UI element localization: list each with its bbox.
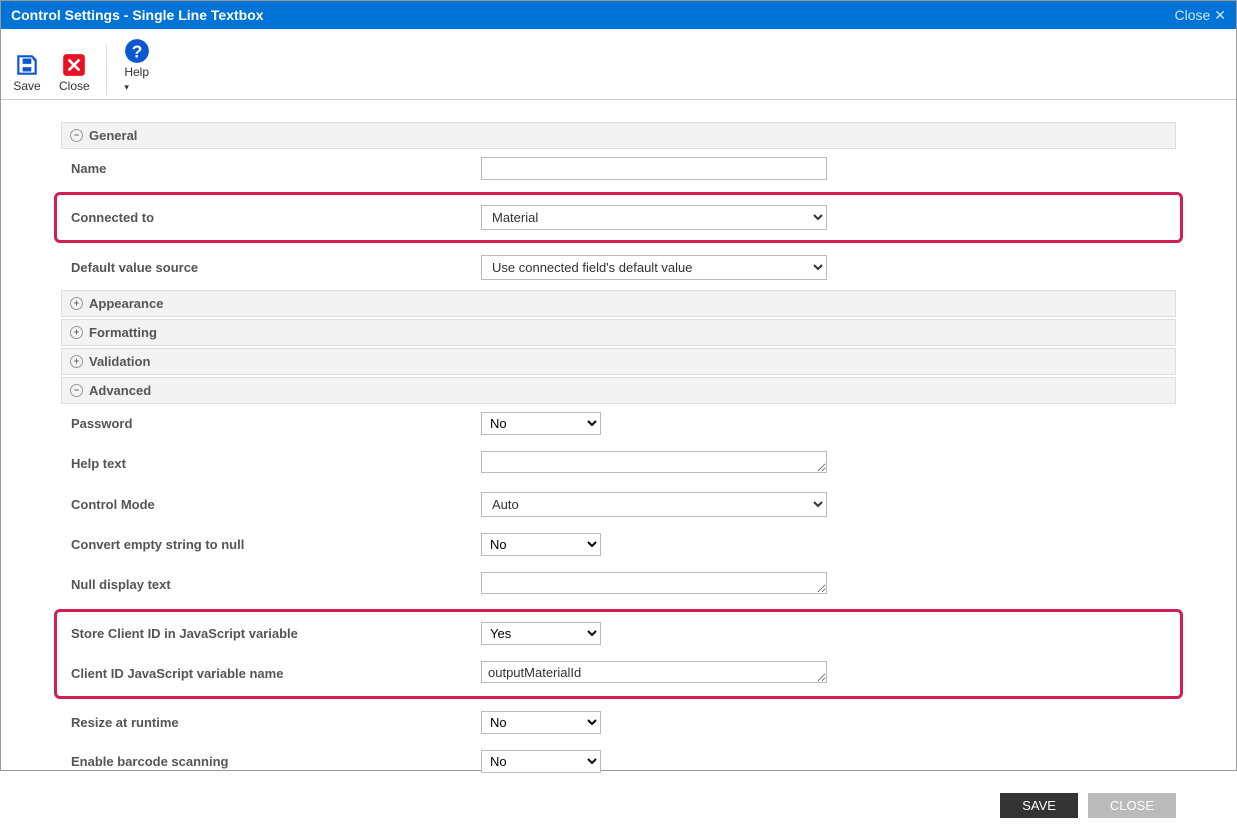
close-icon: ✕ <box>1214 7 1226 24</box>
titlebar: Control Settings - Single Line Textbox C… <box>1 1 1236 29</box>
row-connected: Connected to Material <box>61 197 1176 238</box>
collapse-icon: − <box>70 129 83 142</box>
save-button[interactable]: Save <box>9 49 45 95</box>
name-input[interactable] <box>481 157 827 180</box>
row-default: Default value source Use connected field… <box>61 247 1176 288</box>
mode-label: Control Mode <box>71 497 481 512</box>
barcode-select[interactable]: No <box>481 750 601 773</box>
window-title: Control Settings - Single Line Textbox <box>11 7 264 23</box>
var-textarea[interactable]: outputMaterialId <box>481 661 827 683</box>
toolbar-separator <box>106 45 107 95</box>
footer: SAVE CLOSE <box>61 781 1176 824</box>
footer-close-button[interactable]: CLOSE <box>1088 793 1176 818</box>
null-label: Null display text <box>71 577 481 592</box>
chevron-down-icon: ▾ <box>124 82 129 92</box>
titlebar-close-button[interactable]: Close ✕ <box>1174 7 1226 24</box>
connected-label: Connected to <box>71 210 481 225</box>
svg-text:?: ? <box>131 42 142 62</box>
help-button[interactable]: ? Help▾ <box>119 35 155 95</box>
highlight-clientid: Store Client ID in JavaScript variable Y… <box>54 609 1183 699</box>
footer-save-button[interactable]: SAVE <box>1000 793 1078 818</box>
close-icon-box <box>60 51 88 79</box>
content-area: − General Name Connected to Material Def… <box>1 100 1236 824</box>
default-label: Default value source <box>71 260 481 275</box>
section-validation[interactable]: + Validation <box>61 348 1176 375</box>
help-icon: ? <box>123 37 151 65</box>
password-label: Password <box>71 416 481 431</box>
row-resize: Resize at runtime No <box>61 703 1176 742</box>
name-label: Name <box>71 161 481 176</box>
expand-icon: + <box>70 297 83 310</box>
section-general[interactable]: − General <box>61 122 1176 149</box>
convert-label: Convert empty string to null <box>71 537 481 552</box>
section-advanced[interactable]: − Advanced <box>61 377 1176 404</box>
resize-select[interactable]: No <box>481 711 601 734</box>
barcode-label: Enable barcode scanning <box>71 754 481 769</box>
row-password: Password No <box>61 404 1176 443</box>
store-select[interactable]: Yes <box>481 622 601 645</box>
null-textarea[interactable] <box>481 572 827 594</box>
var-label: Client ID JavaScript variable name <box>71 666 481 681</box>
resize-label: Resize at runtime <box>71 715 481 730</box>
default-select[interactable]: Use connected field's default value <box>481 255 827 280</box>
section-appearance[interactable]: + Appearance <box>61 290 1176 317</box>
row-name: Name <box>61 149 1176 188</box>
connected-select[interactable]: Material <box>481 205 827 230</box>
section-formatting[interactable]: + Formatting <box>61 319 1176 346</box>
convert-select[interactable]: No <box>481 533 601 556</box>
save-icon <box>13 51 41 79</box>
row-store: Store Client ID in JavaScript variable Y… <box>61 614 1176 653</box>
row-barcode: Enable barcode scanning No <box>61 742 1176 781</box>
row-mode: Control Mode Auto <box>61 484 1176 525</box>
expand-icon: + <box>70 326 83 339</box>
row-help: Help text <box>61 443 1176 484</box>
expand-icon: + <box>70 355 83 368</box>
help-textarea[interactable] <box>481 451 827 473</box>
highlight-connected: Connected to Material <box>54 192 1183 243</box>
help-label: Help text <box>71 456 481 471</box>
row-null: Null display text <box>61 564 1176 605</box>
row-convert: Convert empty string to null No <box>61 525 1176 564</box>
store-label: Store Client ID in JavaScript variable <box>71 626 481 641</box>
close-button[interactable]: Close <box>55 49 94 95</box>
collapse-icon: − <box>70 384 83 397</box>
toolbar: Save Close ? Help▾ <box>1 29 1236 100</box>
row-var: Client ID JavaScript variable name outpu… <box>61 653 1176 694</box>
password-select[interactable]: No <box>481 412 601 435</box>
mode-select[interactable]: Auto <box>481 492 827 517</box>
